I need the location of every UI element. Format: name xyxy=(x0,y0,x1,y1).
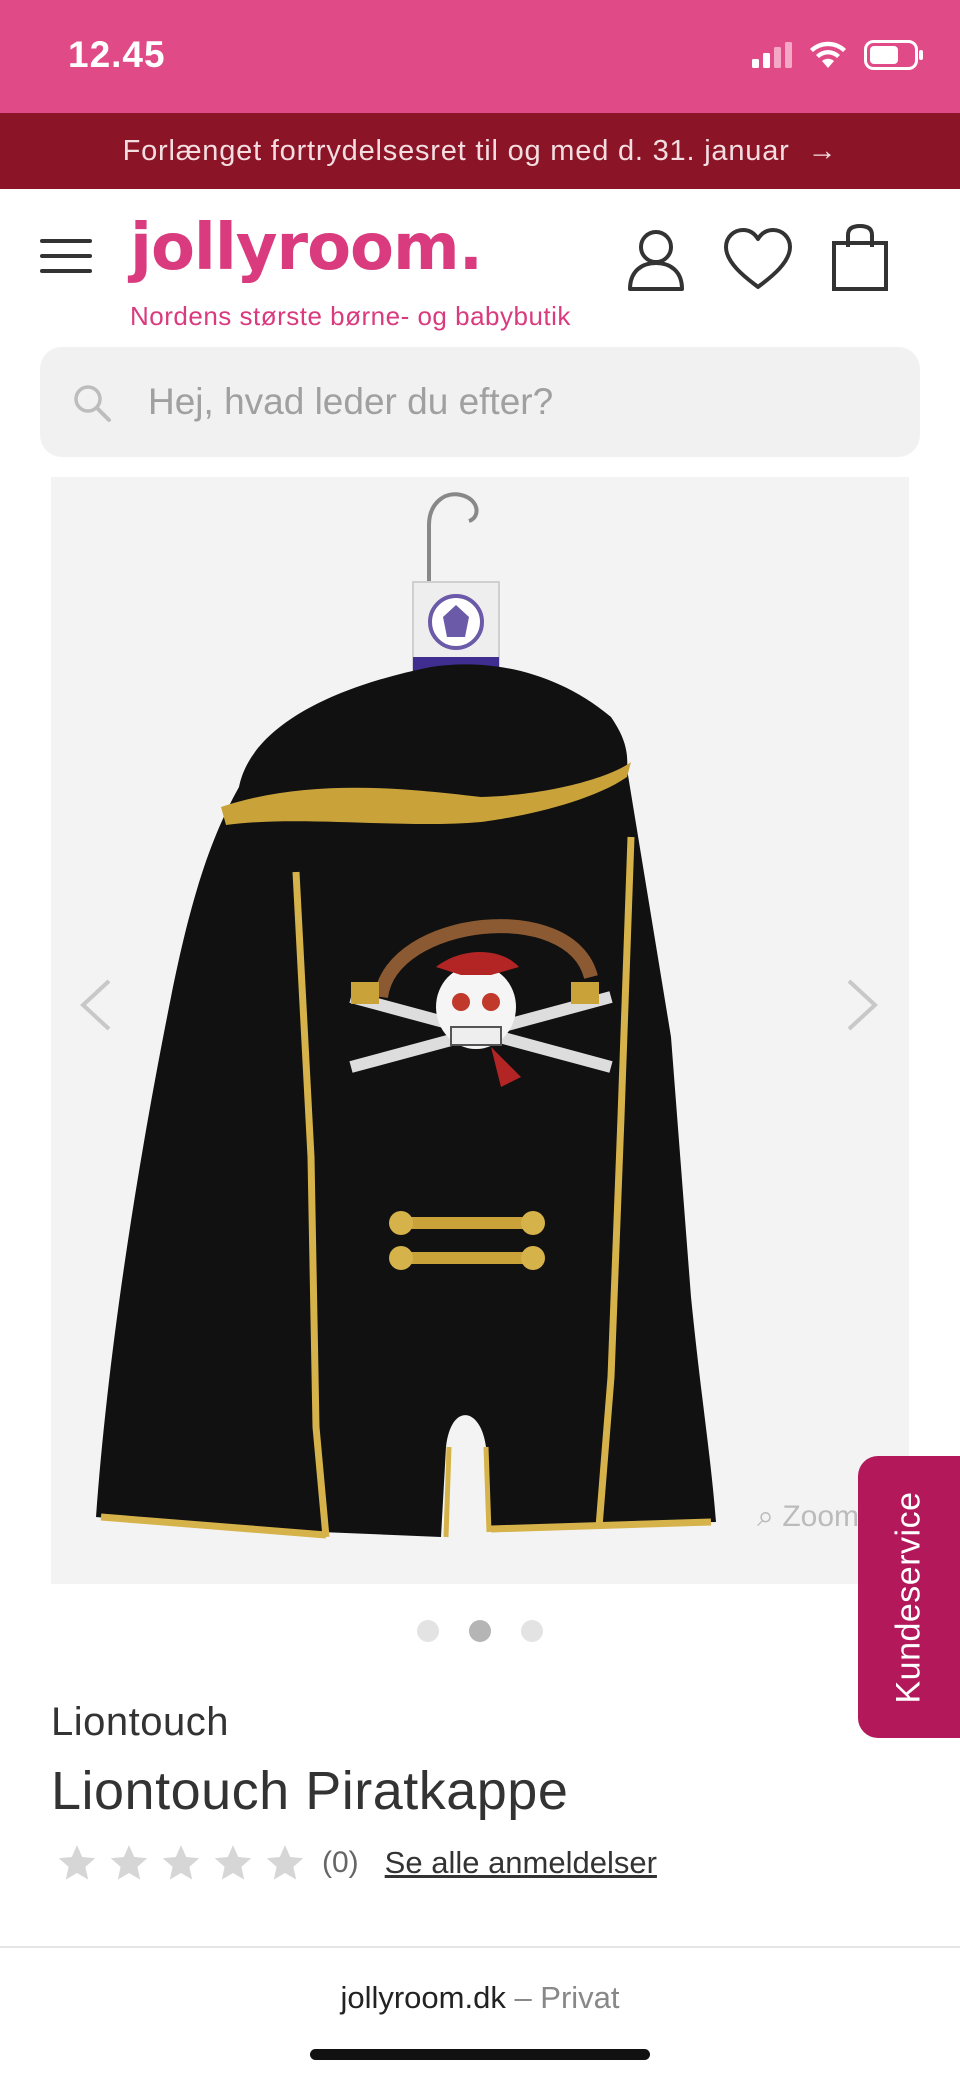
url-domain: jollyroom.dk xyxy=(340,1980,506,2015)
zoom-button[interactable]: ⌕ Zoom xyxy=(757,1500,859,1534)
gallery-dot-3[interactable] xyxy=(521,1620,543,1642)
search-input[interactable] xyxy=(148,347,888,457)
menu-icon[interactable] xyxy=(40,239,92,279)
product-gallery[interactable]: ⌕ Zoom xyxy=(51,477,909,1584)
signal-icon xyxy=(752,42,792,68)
arrow-right-icon: → xyxy=(807,134,838,167)
status-bar: 12.45 xyxy=(0,0,960,113)
url-separator: – xyxy=(505,1980,541,2015)
tagline: Nordens største børne- og babybutik xyxy=(130,301,571,331)
product-brand[interactable]: Liontouch xyxy=(51,1700,229,1745)
star-icon xyxy=(162,1845,200,1880)
zoom-icon: ⌕ xyxy=(757,1500,783,1533)
star-icon xyxy=(266,1845,304,1880)
chevron-left-icon[interactable] xyxy=(77,977,113,1033)
heart-icon[interactable] xyxy=(722,227,794,291)
promo-text: Forlænget fortrydelsesret til og med d. … xyxy=(122,134,790,167)
rating-count: (0) xyxy=(322,1846,359,1879)
pirate-cape-image[interactable] xyxy=(51,477,909,1584)
account-icon[interactable] xyxy=(626,227,686,291)
browser-mode: Privat xyxy=(540,1980,620,2015)
customer-service-label: Kundeservice xyxy=(889,1490,928,1704)
zoom-label: Zoom xyxy=(782,1500,859,1533)
status-icons xyxy=(752,40,924,70)
gallery-dot-2[interactable] xyxy=(469,1620,491,1642)
home-indicator[interactable] xyxy=(310,2049,650,2060)
promo-banner[interactable]: Forlænget fortrydelsesret til og med d. … xyxy=(0,113,960,189)
search-icon xyxy=(74,385,111,422)
star-icon xyxy=(214,1845,252,1880)
rating-row: (0) Se alle anmeldelser xyxy=(56,1842,657,1884)
site-header: jollyroom. Nordens største børne- og bab… xyxy=(0,189,960,339)
gallery-pagination xyxy=(0,1620,960,1642)
star-icon xyxy=(58,1845,96,1880)
logo[interactable]: jollyroom. xyxy=(130,211,483,285)
gallery-dot-1[interactable] xyxy=(417,1620,439,1642)
chevron-right-icon[interactable] xyxy=(845,977,881,1033)
status-time: 12.45 xyxy=(68,34,166,75)
wifi-icon xyxy=(810,41,846,68)
browser-bottom-bar: jollyroom.dk – Privat xyxy=(0,1946,960,2079)
product-title: Liontouch Piratkappe xyxy=(51,1761,569,1821)
customer-service-tab[interactable]: Kundeservice xyxy=(858,1456,960,1738)
star-icon xyxy=(110,1845,148,1880)
bag-icon[interactable] xyxy=(830,223,890,293)
see-all-reviews-link[interactable]: Se alle anmeldelser xyxy=(385,1845,657,1881)
battery-icon xyxy=(864,40,923,70)
browser-url[interactable]: jollyroom.dk – Privat xyxy=(0,1980,960,2016)
search-box xyxy=(40,347,920,457)
